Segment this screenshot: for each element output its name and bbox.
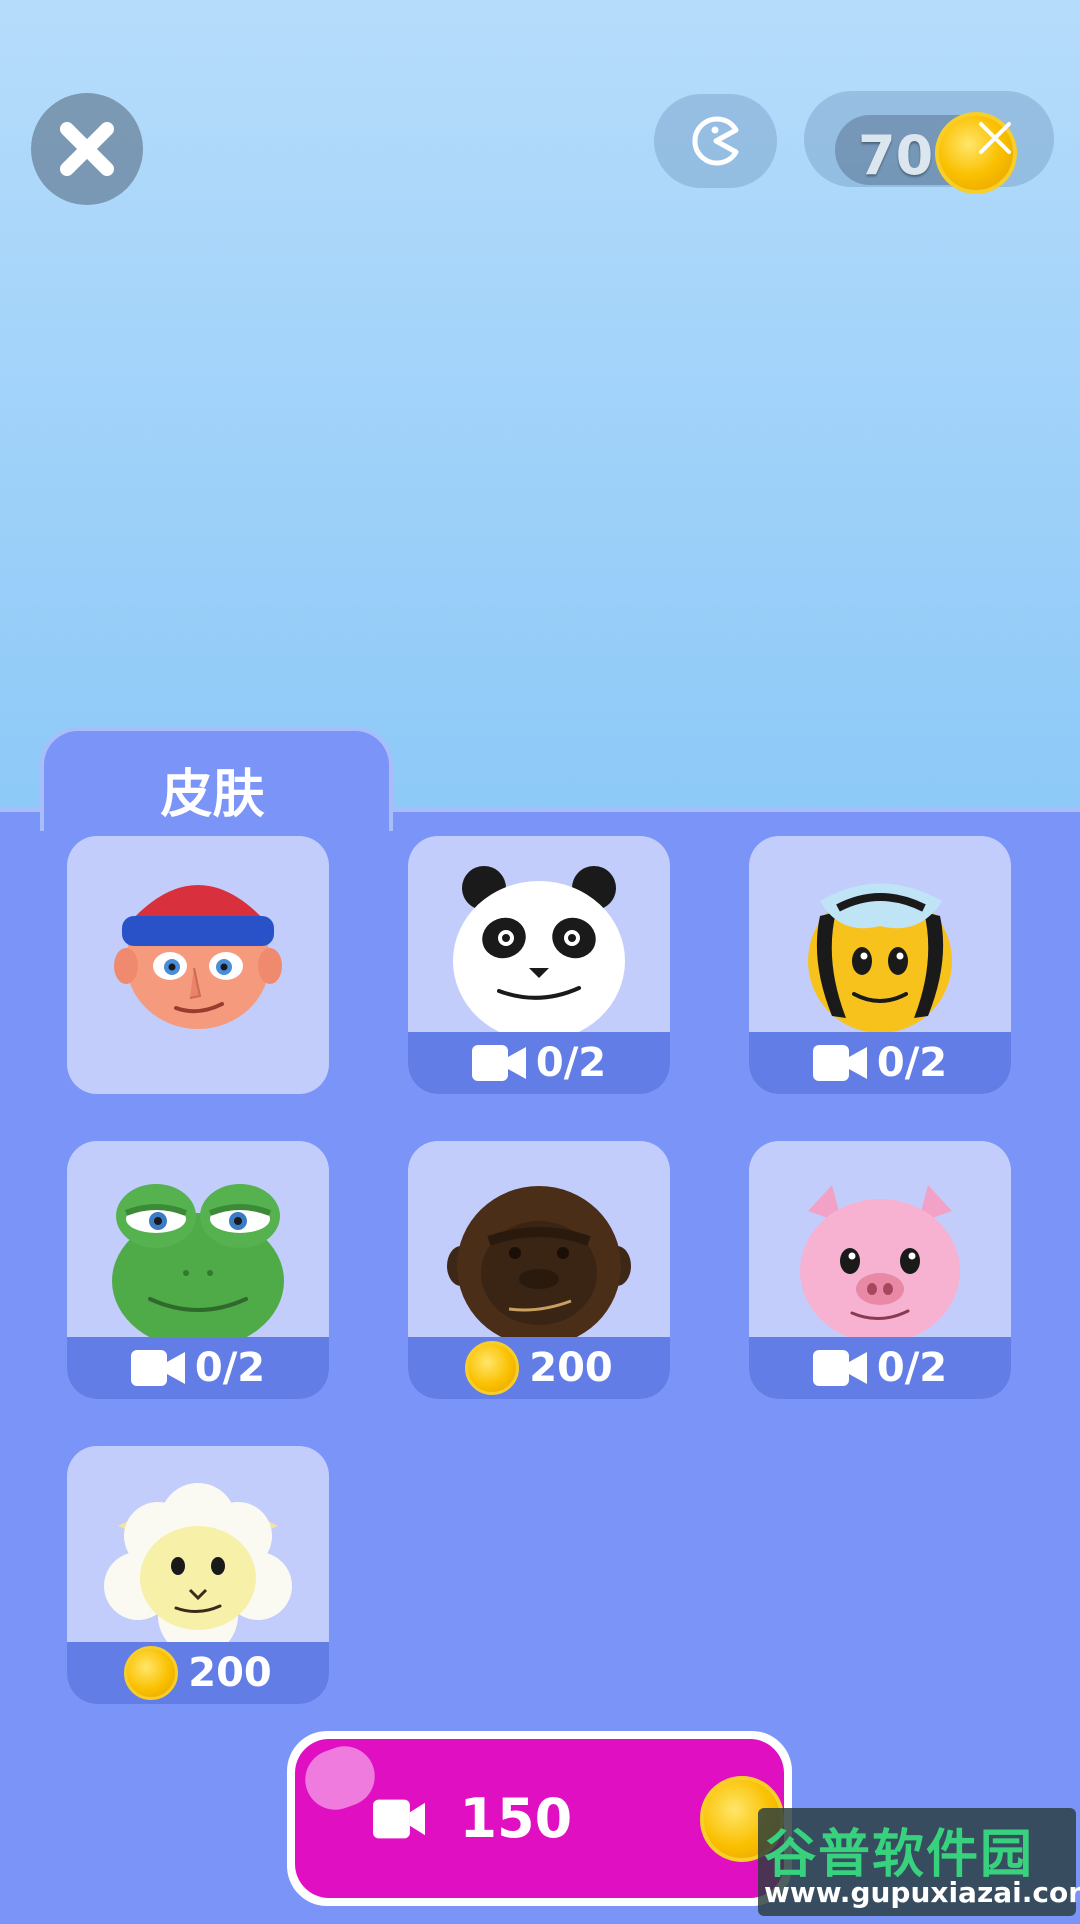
skin-price-pig: 0/2 <box>749 1337 1011 1399</box>
skin-price-frog: 0/2 <box>67 1337 329 1399</box>
coin-icon <box>465 1341 520 1395</box>
coin-icon <box>124 1646 179 1700</box>
pig-avatar <box>800 1185 960 1341</box>
video-icon <box>471 1045 526 1081</box>
skin-price-label: 0/2 <box>876 1345 948 1391</box>
close-ad-icon[interactable] <box>975 118 1015 158</box>
skin-price-label: 200 <box>529 1345 613 1391</box>
skin-card-bee[interactable]: 0/2 <box>749 836 1011 1094</box>
sheep-avatar <box>104 1483 292 1646</box>
skin-price-label: 200 <box>188 1650 272 1696</box>
skin-price-bee: 0/2 <box>749 1032 1011 1094</box>
video-icon <box>130 1350 185 1386</box>
skin-card-pig[interactable]: 0/2 <box>749 1141 1011 1399</box>
pacman-button[interactable] <box>654 94 777 188</box>
skin-card-frog[interactable]: 0/2 <box>67 1141 329 1399</box>
gorilla-avatar <box>447 1186 631 1341</box>
skin-card-panda[interactable]: 0/2 <box>408 836 670 1094</box>
skin-card-gorilla[interactable]: 200 <box>408 1141 670 1399</box>
skin-card-sheep[interactable]: 200 <box>67 1446 329 1704</box>
skin-price-label: 0/2 <box>535 1040 607 1086</box>
skin-price-label: 0/2 <box>876 1040 948 1086</box>
video-icon <box>373 1799 426 1838</box>
watermark-url: www.gupuxiazai.com <box>764 1876 1080 1909</box>
boy-avatar <box>114 885 282 1029</box>
close-icon <box>60 122 114 176</box>
bee-avatar <box>808 883 952 1033</box>
video-reward-amount: 150 <box>459 1787 573 1850</box>
panda-avatar <box>453 866 625 1036</box>
skin-price-label: 0/2 <box>194 1345 266 1391</box>
close-button[interactable] <box>31 93 143 205</box>
tab-skins-label: 皮肤 <box>160 765 265 825</box>
skin-card-boy[interactable] <box>67 836 329 1094</box>
skin-price-panda: 0/2 <box>408 1032 670 1094</box>
frog-avatar <box>112 1184 284 1341</box>
coin-balance: 70 <box>858 124 934 187</box>
skin-price-sheep: 200 <box>67 1642 329 1704</box>
skin-price-gorilla: 200 <box>408 1337 670 1399</box>
pacman-icon <box>691 116 738 166</box>
video-icon <box>812 1350 867 1386</box>
video-icon <box>812 1045 867 1081</box>
